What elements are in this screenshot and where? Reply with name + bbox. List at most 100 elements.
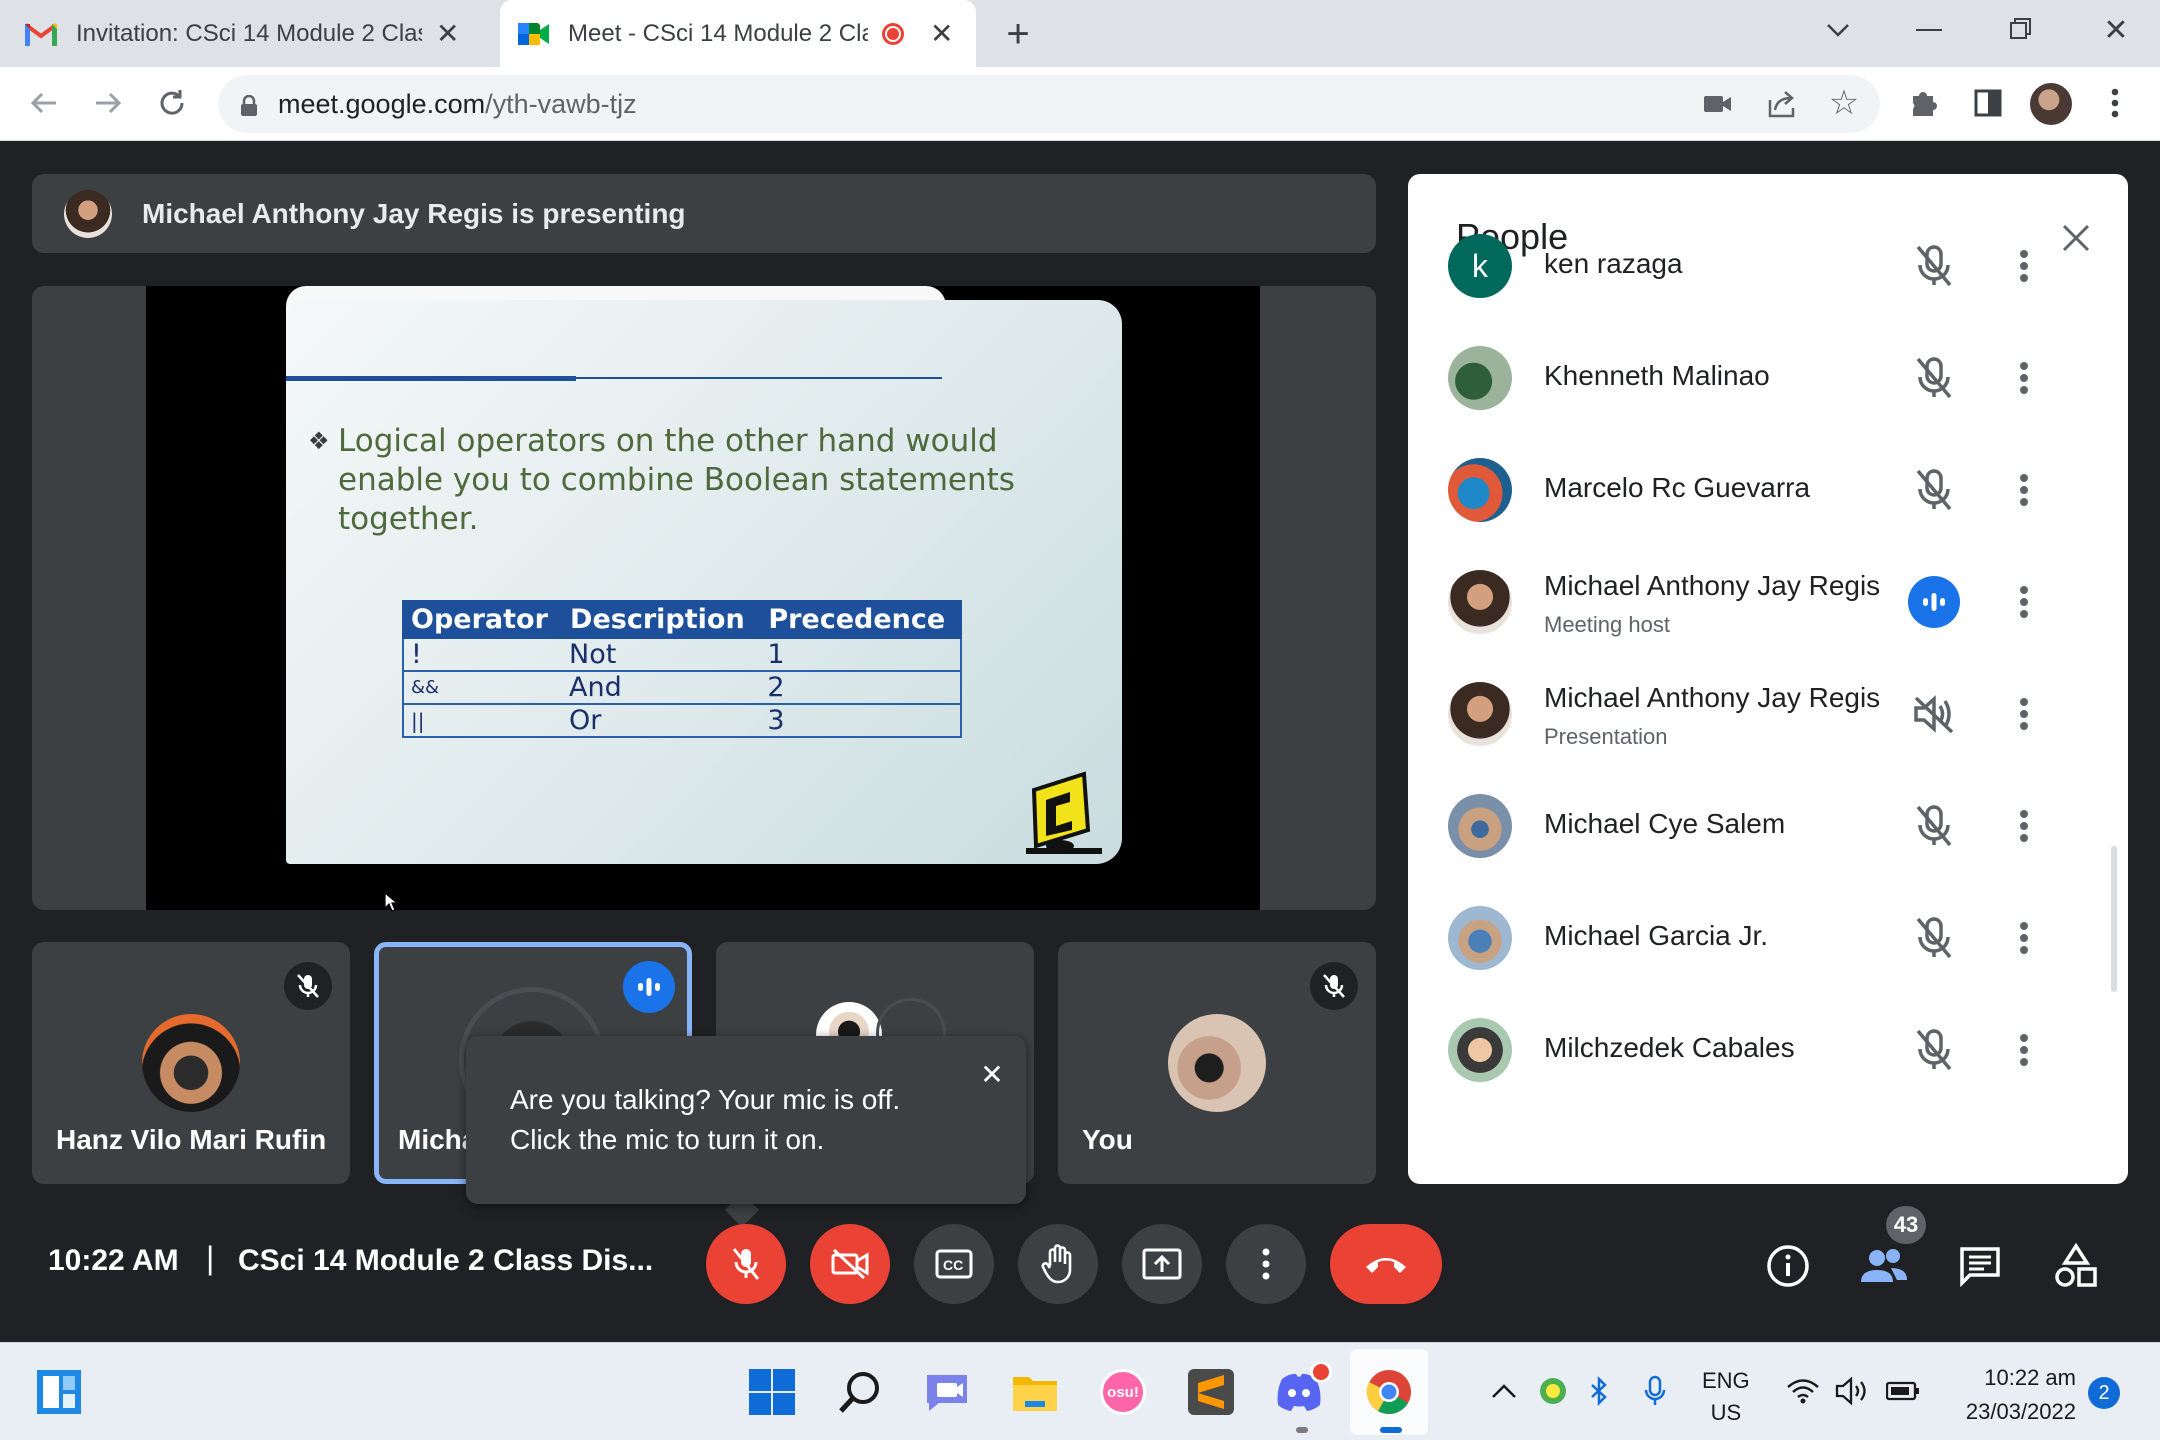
table-row: ! Not 1 — [403, 637, 961, 671]
table-cell: Not — [562, 637, 761, 671]
presenting-banner: Michael Anthony Jay Regis is presenting — [32, 174, 1376, 253]
participant-tile[interactable]: Hanz Vilo Mari Rufin — [32, 942, 350, 1184]
meet-icon — [518, 21, 550, 47]
participant-more-options-icon[interactable] — [2004, 806, 2044, 846]
slide-accent-line — [286, 376, 576, 381]
tooltip-close-icon[interactable]: ✕ — [974, 1056, 1010, 1092]
mic-off-icon — [1310, 962, 1358, 1010]
osu-app-icon[interactable]: osu! — [1096, 1365, 1150, 1419]
volume-icon[interactable] — [1834, 1373, 1872, 1409]
tray-app-icon[interactable] — [1536, 1371, 1570, 1411]
table-cell: && — [403, 670, 563, 704]
participant-name: Marcelo Rc Guevarra — [1544, 472, 1811, 503]
extensions-puzzle-icon[interactable] — [1906, 85, 1942, 121]
notification-count-badge[interactable]: 2 — [2088, 1377, 2120, 1409]
close-window-icon[interactable]: ✕ — [2098, 10, 2134, 50]
participant-more-options-icon[interactable] — [2004, 1030, 2044, 1070]
microphone-tray-icon[interactable] — [1640, 1371, 1670, 1411]
presentation-stage[interactable]: ❖ Logical operators on the other hand wo… — [32, 286, 1376, 910]
lock-icon — [240, 93, 258, 116]
chrome-icon[interactable] — [1362, 1365, 1416, 1419]
system-clock[interactable]: 10:22 am 23/03/2022 — [1948, 1361, 2076, 1429]
sublime-text-icon[interactable] — [1184, 1365, 1238, 1419]
participant-row[interactable]: Michael Cye Salem — [1408, 770, 2108, 882]
table-cell: ! — [403, 637, 563, 671]
people-icon[interactable] — [1858, 1242, 1910, 1290]
close-tab-icon[interactable]: ✕ — [436, 17, 459, 50]
forward-arrow-icon[interactable] — [88, 83, 128, 123]
activities-icon[interactable] — [2050, 1240, 2102, 1292]
operator-table: Operator Description Precedence ! Not 1 … — [401, 600, 962, 738]
participant-name: ken razaga — [1544, 248, 1683, 279]
reload-icon[interactable] — [152, 83, 192, 123]
mic-off-icon — [1908, 240, 1960, 292]
participant-more-options-icon[interactable] — [2004, 470, 2044, 510]
camera-toggle-button[interactable] — [810, 1224, 890, 1304]
participant-row[interactable]: Michael Anthony Jay Regis Meeting host — [1408, 546, 2108, 658]
clock-time: 10:22 am — [1984, 1365, 2076, 1390]
participant-more-options-icon[interactable] — [2004, 582, 2044, 622]
participant-row[interactable]: Marcelo Rc Guevarra — [1408, 434, 2108, 546]
raise-hand-button[interactable] — [1018, 1224, 1098, 1304]
back-arrow-icon[interactable] — [24, 83, 64, 123]
search-icon[interactable] — [833, 1365, 887, 1419]
meeting-details-info-icon[interactable] — [1764, 1242, 1812, 1290]
time-separator: | — [206, 1240, 215, 1276]
participant-avatar — [1448, 682, 1512, 746]
language-indicator[interactable]: ENG US — [1702, 1365, 1750, 1429]
table-header: Description — [561, 600, 762, 639]
leave-call-button[interactable] — [1330, 1224, 1442, 1304]
close-tab-icon[interactable]: ✕ — [930, 17, 953, 50]
show-hidden-icons-chevron[interactable] — [1486, 1373, 1522, 1409]
tab-title: Invitation: CSci 14 Module 2 Class Discu… — [76, 19, 422, 47]
browser-menu-icon[interactable] — [2100, 83, 2130, 123]
chat-icon[interactable] — [1956, 1242, 2004, 1290]
table-header: Operator — [401, 600, 564, 639]
windows-taskbar: osu! ENG US 10:22 am 23/03/2022 2 — [0, 1342, 2160, 1440]
scrollbar-thumb[interactable] — [2111, 846, 2117, 992]
participant-row[interactable]: Michael Anthony Jay Regis Presentation — [1408, 658, 2108, 770]
restore-icon[interactable] — [2010, 18, 2032, 40]
more-options-button[interactable] — [1226, 1224, 1306, 1304]
participant-row[interactable]: Khenneth Malinao — [1408, 322, 2108, 434]
tab-gmail-invitation[interactable]: Invitation: CSci 14 Module 2 Class Discu… — [24, 0, 494, 67]
participant-more-options-icon[interactable] — [2004, 694, 2044, 734]
profile-avatar[interactable] — [2030, 83, 2072, 125]
clock-date: 23/03/2022 — [1965, 1399, 2076, 1424]
present-now-button[interactable] — [1122, 1224, 1202, 1304]
browser-toolbar: meet.google.com/yth-vawb-tjz ☆ — [0, 67, 2160, 141]
participant-name: Khenneth Malinao — [1544, 360, 1770, 391]
microphone-toggle-button[interactable] — [706, 1224, 786, 1304]
participant-name: Michael Anthony Jay Regis — [1544, 570, 1881, 601]
participant-more-options-icon[interactable] — [2004, 358, 2044, 398]
bluetooth-icon[interactable] — [1584, 1371, 1614, 1411]
tab-title: Meet - CSci 14 Module 2 Class Discussion — [568, 19, 868, 47]
tab-search-chevron-icon[interactable] — [1818, 10, 1858, 50]
tab-meet-active[interactable]: Meet - CSci 14 Module 2 Class Discussion… — [500, 0, 976, 67]
address-bar[interactable]: meet.google.com/yth-vawb-tjz ☆ — [218, 75, 1880, 133]
mic-off-icon — [1908, 352, 1960, 404]
speaking-indicator-icon — [1908, 576, 1960, 628]
participant-tile-you[interactable]: You — [1058, 942, 1376, 1184]
participant-row[interactable]: k ken razaga — [1408, 210, 2108, 322]
participant-more-options-icon[interactable] — [2004, 246, 2044, 286]
share-icon[interactable] — [1764, 87, 1800, 121]
participant-more-options-icon[interactable] — [2004, 918, 2044, 958]
bookmark-star-icon[interactable]: ☆ — [1826, 84, 1862, 122]
widgets-icon[interactable] — [32, 1365, 86, 1419]
side-panel-icon[interactable] — [1974, 89, 2002, 117]
windows-start-icon[interactable] — [745, 1365, 799, 1419]
battery-icon[interactable] — [1884, 1373, 1922, 1409]
participant-role: Meeting host — [1544, 612, 1670, 637]
camera-icon[interactable] — [1702, 89, 1734, 119]
captions-button[interactable]: CC — [914, 1224, 994, 1304]
participant-name: Michael Anthony Jay Regis — [1544, 682, 1881, 713]
file-explorer-icon[interactable] — [1008, 1365, 1062, 1419]
participant-count-badge: 43 — [1886, 1206, 1926, 1244]
teams-chat-icon[interactable] — [920, 1365, 974, 1419]
minimize-icon[interactable] — [1916, 29, 1942, 31]
new-tab-icon[interactable]: + — [996, 12, 1040, 56]
participant-row[interactable]: Milchzedek Cabales — [1408, 994, 2108, 1106]
participant-row[interactable]: Michael Garcia Jr. — [1408, 882, 2108, 994]
wifi-icon[interactable] — [1784, 1373, 1822, 1409]
